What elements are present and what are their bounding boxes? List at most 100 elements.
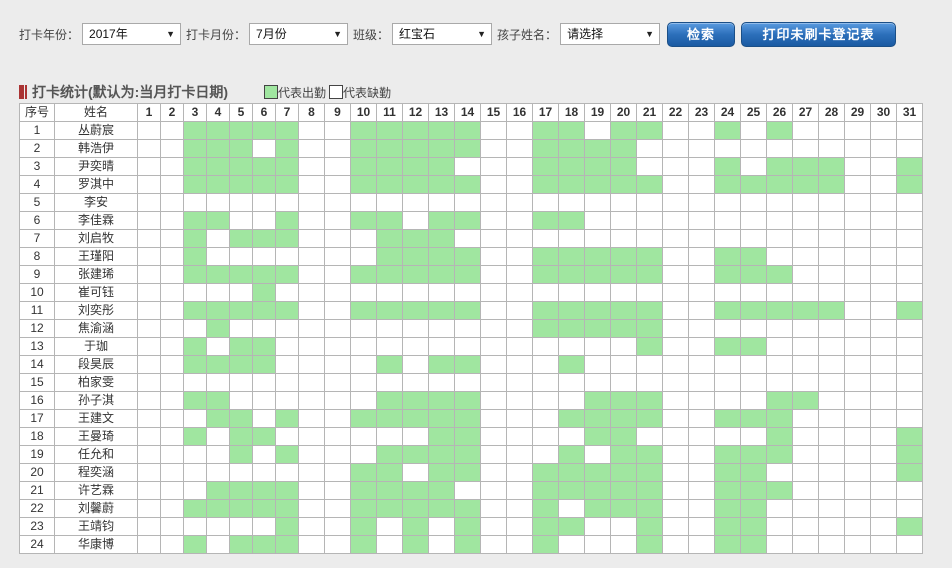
attendance-cell-absent (428, 373, 455, 392)
attendance-cell-present (454, 121, 481, 140)
student-name: 韩浩伊 (54, 139, 138, 158)
attendance-cell-present (766, 301, 793, 320)
attendance-cell-present (714, 175, 741, 194)
attendance-cell-present (740, 535, 767, 554)
attendance-cell-absent (275, 319, 299, 338)
attendance-cell-absent (818, 481, 845, 500)
attendance-cell-absent (870, 175, 897, 194)
attendance-cell-present (558, 157, 585, 176)
attendance-cell-absent (896, 229, 923, 248)
table-row: 23 王靖钧 (19, 517, 923, 536)
attendance-cell-present (714, 481, 741, 500)
row-index: 22 (19, 499, 55, 518)
table-row: 18 王曼琦 (19, 427, 923, 446)
attendance-cell-present (229, 301, 253, 320)
attendance-cell-absent (818, 121, 845, 140)
attendance-cell-absent (324, 373, 351, 392)
attendance-cell-absent (584, 193, 611, 212)
attendance-cell-present (584, 391, 611, 410)
attendance-cell-present (636, 247, 663, 266)
student-name: 李安 (54, 193, 138, 212)
attendance-cell-absent (870, 265, 897, 284)
attendance-cell-absent (896, 481, 923, 500)
student-name: 王靖钧 (54, 517, 138, 536)
print-unswiped-button[interactable]: 打印未刷卡登记表 (741, 21, 897, 47)
attendance-cell-present (454, 391, 481, 410)
attendance-cell-absent (688, 391, 715, 410)
attendance-cell-present (350, 121, 377, 140)
attendance-cell-absent (183, 517, 207, 536)
attendance-cell-absent (229, 211, 253, 230)
attendance-cell-present (896, 445, 923, 464)
attendance-cell-absent (298, 535, 325, 554)
chevron-down-icon: ▼ (166, 29, 176, 39)
attendance-cell-present (714, 337, 741, 356)
attendance-cell-absent (160, 499, 184, 518)
attendance-cell-present (376, 499, 403, 518)
row-index: 10 (19, 283, 55, 302)
row-index: 6 (19, 211, 55, 230)
day-header: 7 (275, 103, 299, 122)
attendance-cell-absent (844, 499, 871, 518)
attendance-cell-present (766, 157, 793, 176)
attendance-cell-absent (558, 535, 585, 554)
table-header-row: 序号 姓名 1 2 3 4 5 6 7 8 9 10 11 12 13 14 15 16 17 18 19 20 21 2… (19, 103, 923, 122)
attendance-cell-absent (584, 355, 611, 374)
student-name: 任允和 (54, 445, 138, 464)
attendance-cell-present (350, 409, 377, 428)
attendance-cell-absent (766, 139, 793, 158)
attendance-cell-absent (324, 283, 351, 302)
attendance-cell-absent (298, 265, 325, 284)
attendance-cell-absent (870, 211, 897, 230)
search-button[interactable]: 检索 (667, 21, 736, 47)
attendance-cell-absent (506, 499, 533, 518)
attendance-cell-absent (662, 499, 689, 518)
attendance-cell-absent (402, 283, 429, 302)
attendance-cell-absent (183, 481, 207, 500)
attendance-cell-absent (137, 535, 161, 554)
attendance-cell-absent (402, 337, 429, 356)
attendance-cell-absent (688, 481, 715, 500)
year-select[interactable]: 2017年 ▼ (82, 23, 182, 45)
attendance-cell-absent (252, 139, 276, 158)
attendance-cell-present (350, 139, 377, 158)
child-name-select[interactable]: 请选择 ▼ (560, 23, 661, 45)
attendance-cell-present (229, 157, 253, 176)
attendance-cell-absent (844, 319, 871, 338)
attendance-cell-absent (610, 337, 637, 356)
attendance-cell-present (896, 301, 923, 320)
day-header: 18 (558, 103, 585, 122)
attendance-cell-absent (844, 517, 871, 536)
attendance-cell-present (714, 517, 741, 536)
table-row: 19 任允和 (19, 445, 923, 464)
table-row: 10 崔可钰 (19, 283, 923, 302)
attendance-cell-absent (324, 247, 351, 266)
attendance-cell-absent (584, 121, 611, 140)
attendance-cell-present (350, 463, 377, 482)
attendance-cell-absent (350, 337, 377, 356)
attendance-cell-absent (506, 139, 533, 158)
attendance-cell-absent (137, 283, 161, 302)
attendance-cell-absent (662, 517, 689, 536)
attendance-cell-absent (480, 517, 507, 536)
attendance-cell-absent (252, 517, 276, 536)
attendance-cell-present (584, 481, 611, 500)
attendance-cell-absent (714, 211, 741, 230)
day-header: 16 (506, 103, 533, 122)
month-select[interactable]: 7月份 ▼ (249, 23, 349, 45)
attendance-cell-absent (662, 157, 689, 176)
class-select[interactable]: 红宝石 ▼ (392, 23, 493, 45)
day-header: 14 (454, 103, 481, 122)
attendance-cell-absent (532, 283, 559, 302)
attendance-cell-absent (298, 517, 325, 536)
student-name: 王曼琦 (54, 427, 138, 446)
attendance-cell-absent (402, 319, 429, 338)
attendance-cell-present (376, 121, 403, 140)
day-header: 11 (376, 103, 403, 122)
attendance-cell-absent (275, 283, 299, 302)
attendance-cell-absent (480, 373, 507, 392)
month-select-value: 7月份 (256, 27, 287, 41)
attendance-cell-present (350, 481, 377, 500)
attendance-cell-present (454, 517, 481, 536)
attendance-cell-absent (844, 211, 871, 230)
